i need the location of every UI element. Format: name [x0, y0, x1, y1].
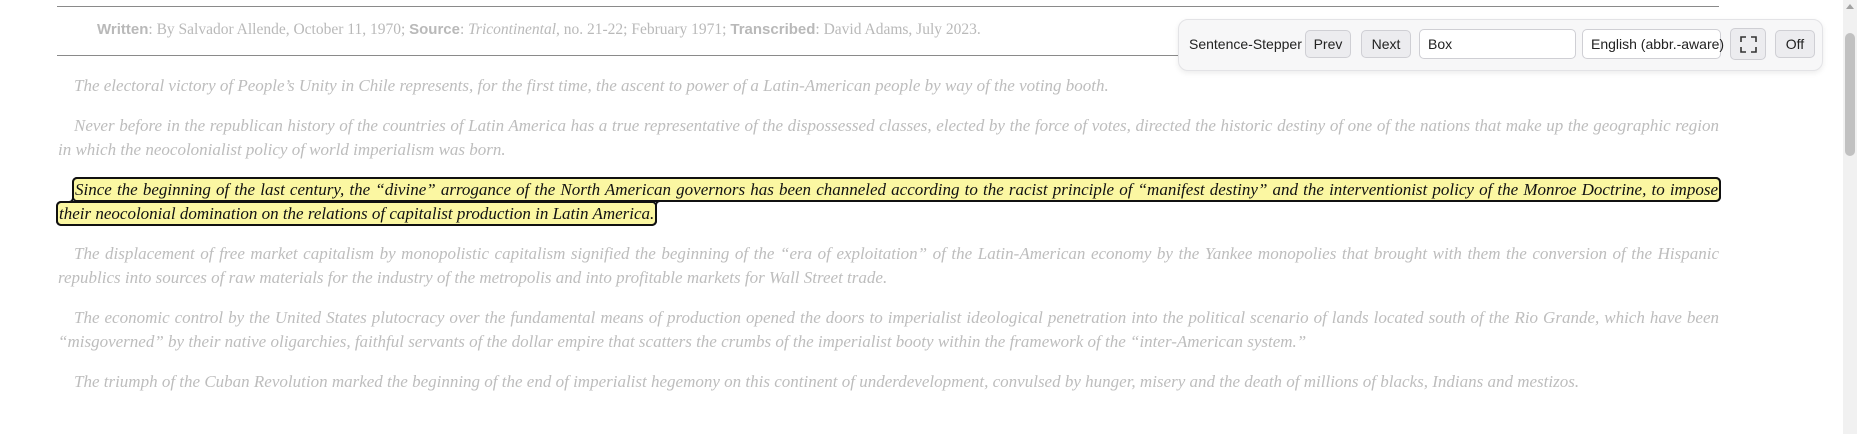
sentence[interactable]: The economic control by the United State…	[58, 308, 1719, 351]
source-rest: , no. 21-22; February 1971;	[556, 21, 731, 38]
header-top-rule	[57, 6, 1719, 7]
expand-button[interactable]	[1730, 28, 1766, 60]
highlighted-sentence[interactable]: Since the beginning of the last century,…	[56, 177, 1721, 226]
paragraph: The displacement of free market capitali…	[58, 242, 1719, 290]
off-button[interactable]: Off	[1775, 30, 1815, 58]
written-value: : By Salvador Allende, October 11, 1970;	[148, 21, 410, 38]
transcribed-label: Transcribed	[730, 21, 816, 38]
paragraph-active: Since the beginning of the last century,…	[56, 177, 1721, 226]
sentence[interactable]: Never before in the republican history o…	[58, 116, 1719, 159]
scroll-thumb[interactable]	[1845, 33, 1855, 156]
sentence[interactable]: The displacement of free market capitali…	[58, 244, 1719, 287]
source-title: Tricontinental	[468, 21, 557, 38]
paragraph: The triumph of the Cuban Revolution mark…	[58, 370, 1719, 394]
source-sep: :	[459, 21, 469, 38]
written-label: Written	[97, 21, 149, 38]
paragraph: The electoral victory of People’s Unity …	[58, 74, 1719, 98]
next-button[interactable]: Next	[1361, 30, 1411, 58]
prev-button[interactable]: Prev	[1305, 30, 1351, 58]
sentence[interactable]: The electoral victory of People’s Unity …	[74, 76, 1109, 95]
vertical-scrollbar[interactable]	[1843, 0, 1857, 434]
source-label: Source	[409, 21, 460, 38]
document-info: Written: By Salvador Allende, October 11…	[97, 21, 981, 39]
sentence[interactable]: The triumph of the Cuban Revolution mark…	[74, 372, 1579, 391]
mode-input[interactable]: Box	[1419, 29, 1576, 59]
paragraph: The economic control by the United State…	[58, 306, 1719, 354]
toolbar-title: Sentence-Stepper	[1189, 36, 1302, 52]
sentence-stepper-toolbar: Sentence-Stepper Prev Next Box English (…	[1178, 19, 1823, 71]
expand-icon	[1740, 36, 1757, 53]
paragraph: Never before in the republican history o…	[58, 114, 1719, 162]
transcribed-value: : David Adams, July 2023.	[815, 21, 981, 38]
language-select[interactable]: English (abbr.-aware)	[1582, 29, 1724, 59]
scroll-up-arrow-icon[interactable]	[1846, 4, 1854, 9]
